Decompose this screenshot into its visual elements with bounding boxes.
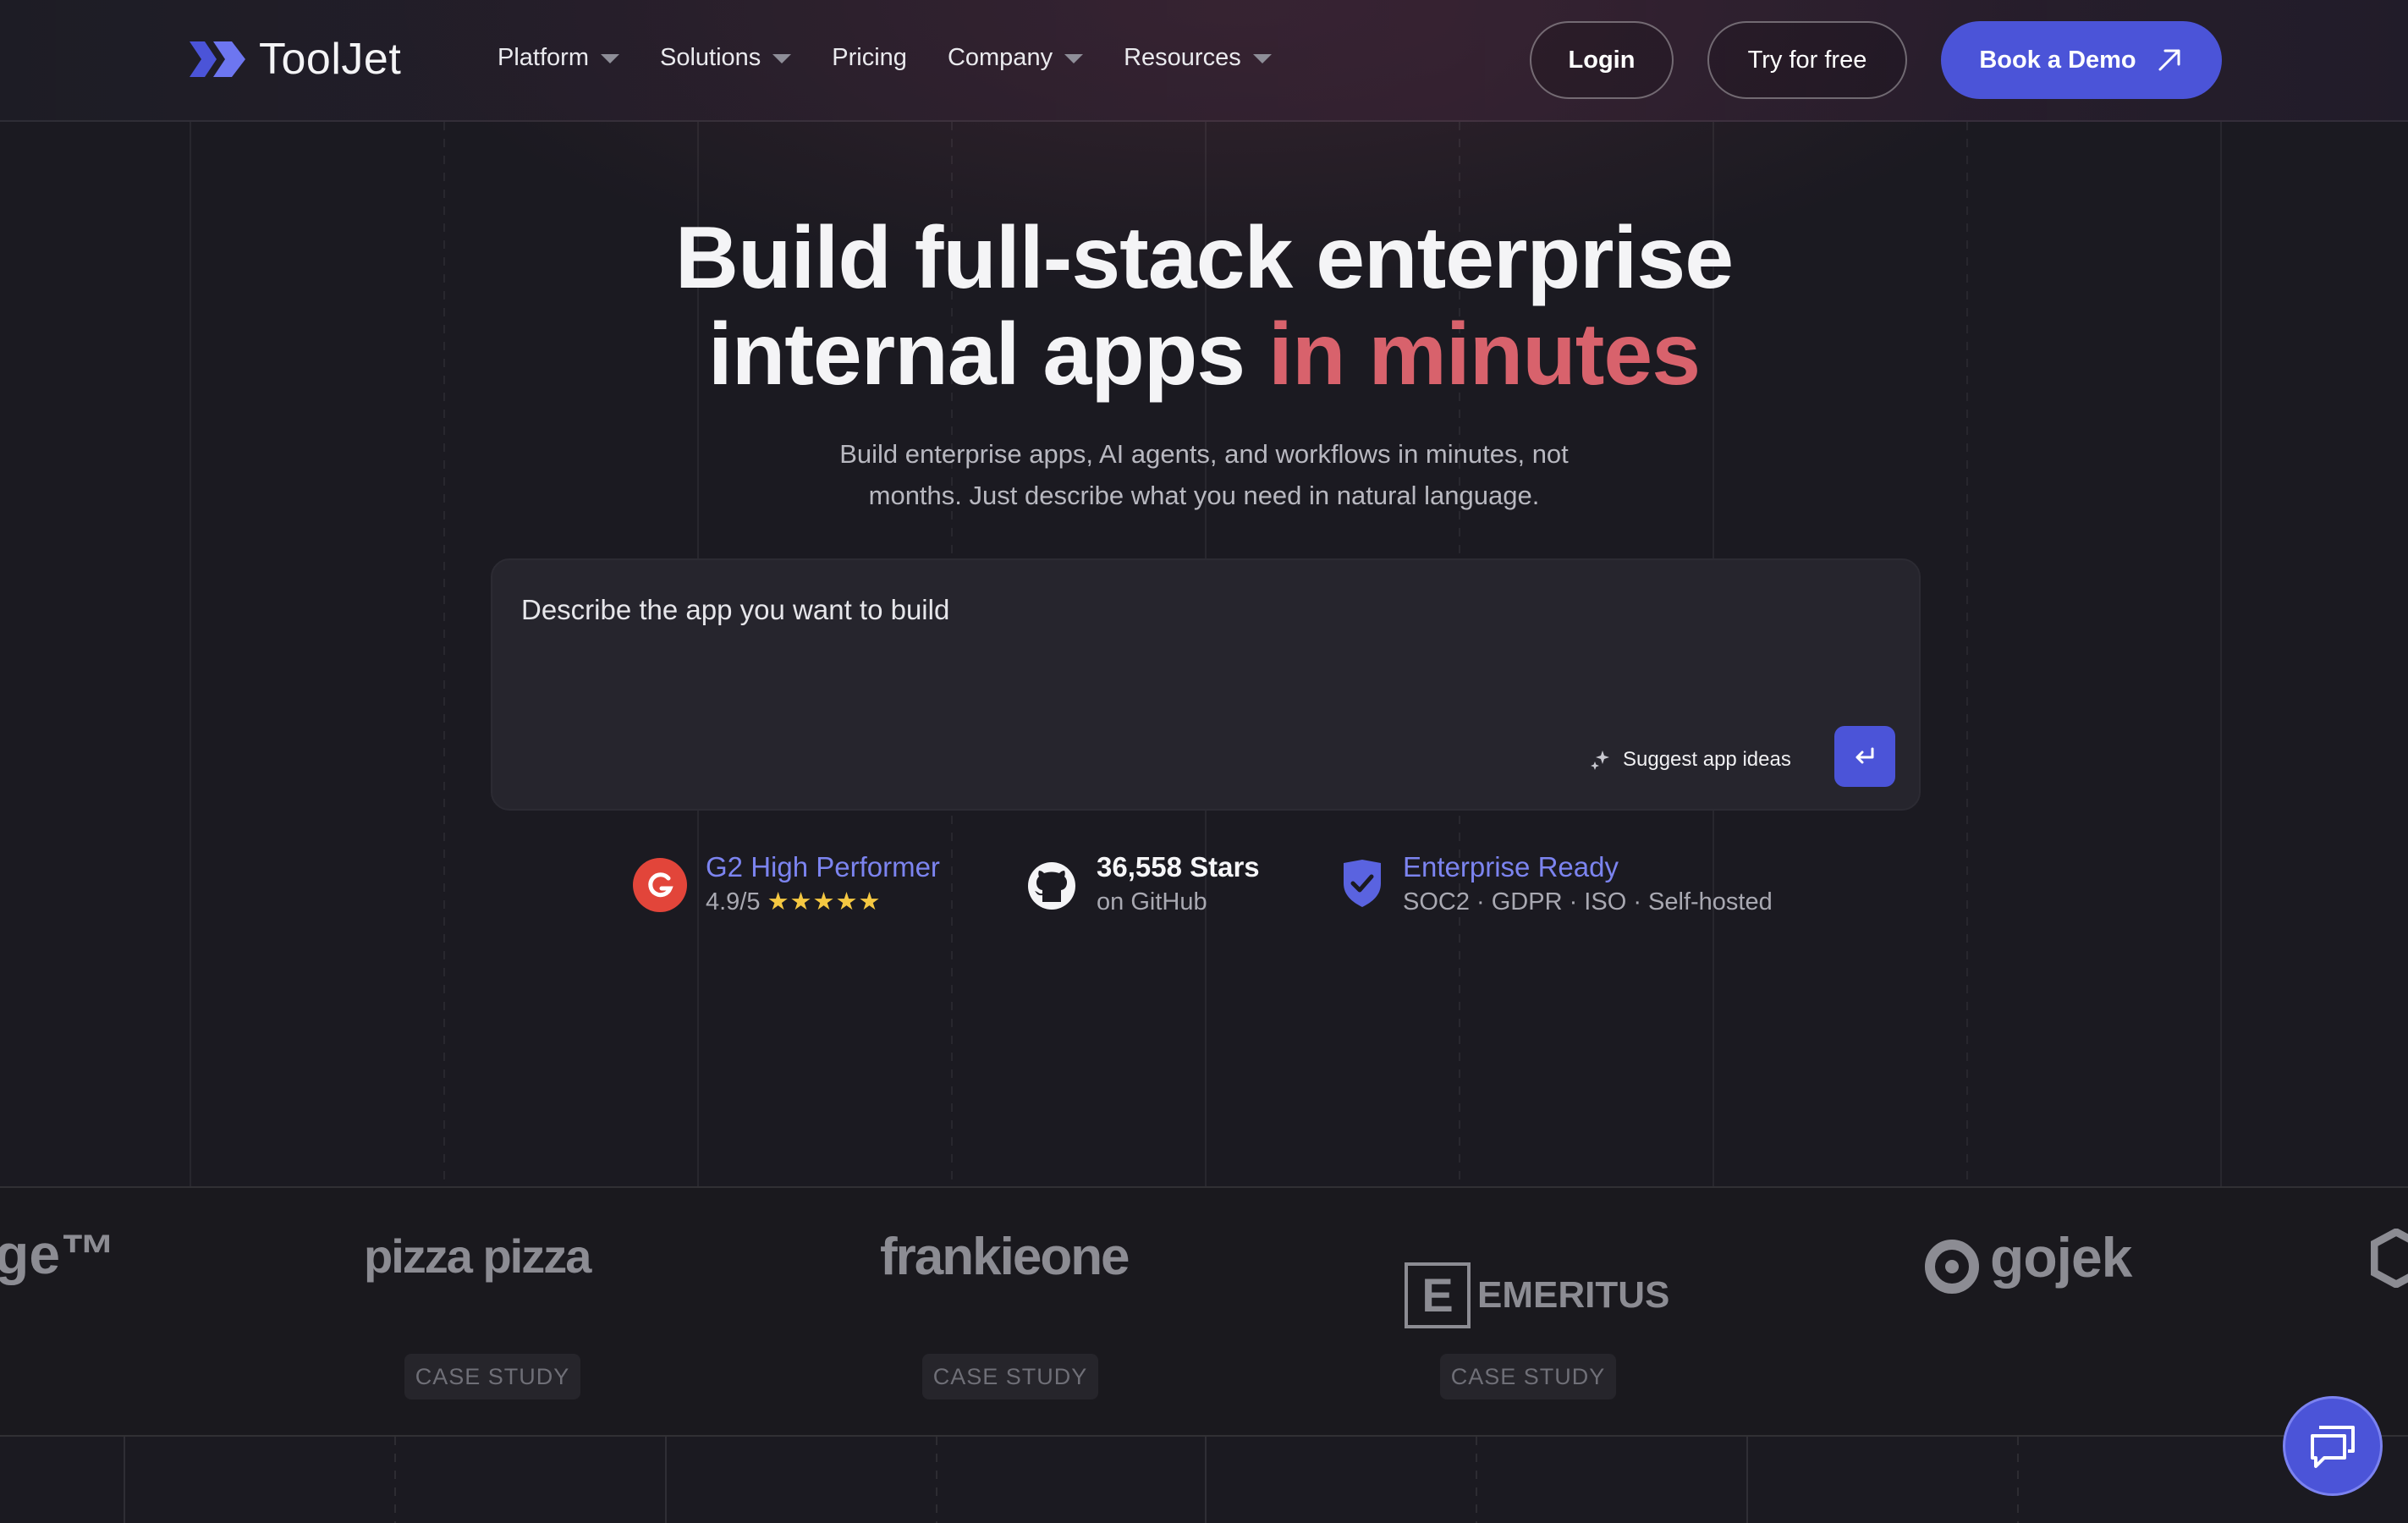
grid-line bbox=[394, 1437, 396, 1523]
hero-subtitle-line1: Build enterprise apps, AI agents, and wo… bbox=[839, 439, 1569, 469]
menu-resources[interactable]: Resources bbox=[1124, 44, 1272, 72]
github-icon bbox=[1028, 862, 1075, 910]
hero-title-line2: internal apps bbox=[707, 305, 1245, 404]
menu-platform[interactable]: Platform bbox=[498, 44, 619, 72]
hexagon-logo-icon bbox=[2371, 1229, 2408, 1288]
enterprise-ready-badge[interactable]: Enterprise Ready SOC2 · GDPR · ISO · Sel… bbox=[1340, 849, 1773, 919]
gojek-logo: gojek bbox=[1990, 1226, 2132, 1289]
github-caption: on GitHub bbox=[1097, 888, 1207, 915]
case-study-tag[interactable]: CASE STUDY bbox=[1440, 1354, 1616, 1399]
customer-pizza-pizza[interactable]: pizza pizza CASE STUDY bbox=[364, 1188, 618, 1438]
suggest-app-ideas-button[interactable]: Suggest app ideas bbox=[1589, 748, 1791, 772]
menu-label: Solutions bbox=[659, 44, 761, 71]
suggest-app-ideas-label: Suggest app ideas bbox=[1623, 748, 1791, 771]
customer-logos-strip: ge™ pizza pizza CASE STUDY frankieone CA… bbox=[0, 1186, 2408, 1437]
grid-line bbox=[665, 1437, 667, 1523]
app-description-input[interactable] bbox=[521, 594, 1875, 626]
enterprise-ready-title: Enterprise Ready bbox=[1403, 851, 1619, 882]
grid-line bbox=[2017, 1437, 2019, 1523]
hero-subtitle: Build enterprise apps, AI agents, and wo… bbox=[781, 433, 1627, 516]
brand-logo[interactable]: ToolJet bbox=[188, 34, 401, 85]
hero-title: Build full-stack enterprise internal app… bbox=[0, 210, 2408, 403]
submit-prompt-button[interactable] bbox=[1834, 726, 1895, 787]
grid-line bbox=[124, 1437, 125, 1523]
menu-label: Resources bbox=[1124, 44, 1241, 71]
sparkle-icon bbox=[1591, 751, 1609, 770]
frankieone-logo: frankieone bbox=[880, 1228, 1130, 1286]
grid-line bbox=[936, 1437, 937, 1523]
caret-down-icon bbox=[1252, 54, 1272, 63]
emeritus-logo: E EMERITUS bbox=[1405, 1262, 1669, 1328]
rating-stars: ★★★★★ bbox=[767, 888, 882, 915]
hero-title-highlight: in minutes bbox=[1268, 305, 1701, 404]
menu-pricing[interactable]: Pricing bbox=[832, 44, 907, 72]
menu-label: Platform bbox=[498, 44, 589, 71]
shield-check-icon bbox=[1344, 860, 1381, 907]
case-study-tag[interactable]: CASE STUDY bbox=[922, 1354, 1098, 1399]
book-demo-label: Book a Demo bbox=[1979, 46, 2136, 74]
menu-label: Company bbox=[947, 44, 1053, 71]
chat-launcher-button[interactable] bbox=[2283, 1396, 2383, 1496]
book-demo-button[interactable]: Book a Demo bbox=[1941, 21, 2222, 99]
g2-title: G2 High Performer bbox=[706, 851, 940, 882]
try-for-free-button[interactable]: Try for free bbox=[1707, 21, 1907, 99]
customer-logo-partial: ge™ bbox=[0, 1223, 117, 1285]
hero-subtitle-line2: months. Just describe what you need in n… bbox=[868, 481, 1540, 510]
pizza-pizza-logo: pizza pizza bbox=[364, 1229, 591, 1283]
caret-down-icon bbox=[772, 54, 792, 63]
customer-frankieone[interactable]: frankieone CASE STUDY bbox=[878, 1188, 1149, 1438]
g2-rating: 4.9/5 bbox=[706, 888, 761, 915]
menu-company[interactable]: Company bbox=[947, 44, 1084, 72]
page: ToolJet Platform Solutions Pricing Compa… bbox=[0, 0, 2408, 1523]
arrow-up-right-icon bbox=[2158, 49, 2180, 71]
top-navbar: ToolJet Platform Solutions Pricing Compa… bbox=[0, 0, 2408, 122]
grid-line bbox=[1746, 1437, 1748, 1523]
customer-gojek[interactable]: gojek bbox=[1924, 1188, 2178, 1438]
grid-line bbox=[1205, 1437, 1207, 1523]
login-button[interactable]: Login bbox=[1530, 21, 1674, 99]
compliance-list: SOC2 · GDPR · ISO · Self-hosted bbox=[1403, 888, 1773, 915]
case-study-tag[interactable]: CASE STUDY bbox=[404, 1354, 580, 1399]
g2-icon bbox=[633, 858, 687, 912]
g2-badge[interactable]: G2 High Performer 4.9/5 ★★★★★ bbox=[633, 849, 940, 919]
hero-title-line1: Build full-stack enterprise bbox=[674, 209, 1734, 307]
caret-down-icon bbox=[600, 54, 619, 63]
gojek-mark-icon bbox=[1925, 1240, 1979, 1294]
brand-name: ToolJet bbox=[259, 35, 402, 84]
emeritus-wordmark: EMERITUS bbox=[1477, 1274, 1670, 1316]
github-stars-count: 36,558 Stars bbox=[1097, 851, 1260, 882]
emeritus-mark: E bbox=[1405, 1262, 1471, 1328]
app-prompt-box: Suggest app ideas bbox=[491, 558, 1921, 811]
tooljet-logo-icon bbox=[190, 41, 245, 77]
grid-line bbox=[1476, 1437, 1477, 1523]
chat-bubble-icon bbox=[2311, 1426, 2355, 1468]
main-menu: Platform Solutions Pricing Company Resou… bbox=[498, 44, 1312, 72]
caret-down-icon bbox=[1064, 54, 1084, 63]
github-badge[interactable]: 36,558 Stars on GitHub bbox=[1025, 849, 1260, 919]
enter-icon bbox=[1855, 747, 1874, 764]
menu-label: Pricing bbox=[832, 44, 907, 71]
menu-solutions[interactable]: Solutions bbox=[659, 44, 792, 72]
customer-emeritus[interactable]: E EMERITUS CASE STUDY bbox=[1405, 1188, 1669, 1438]
